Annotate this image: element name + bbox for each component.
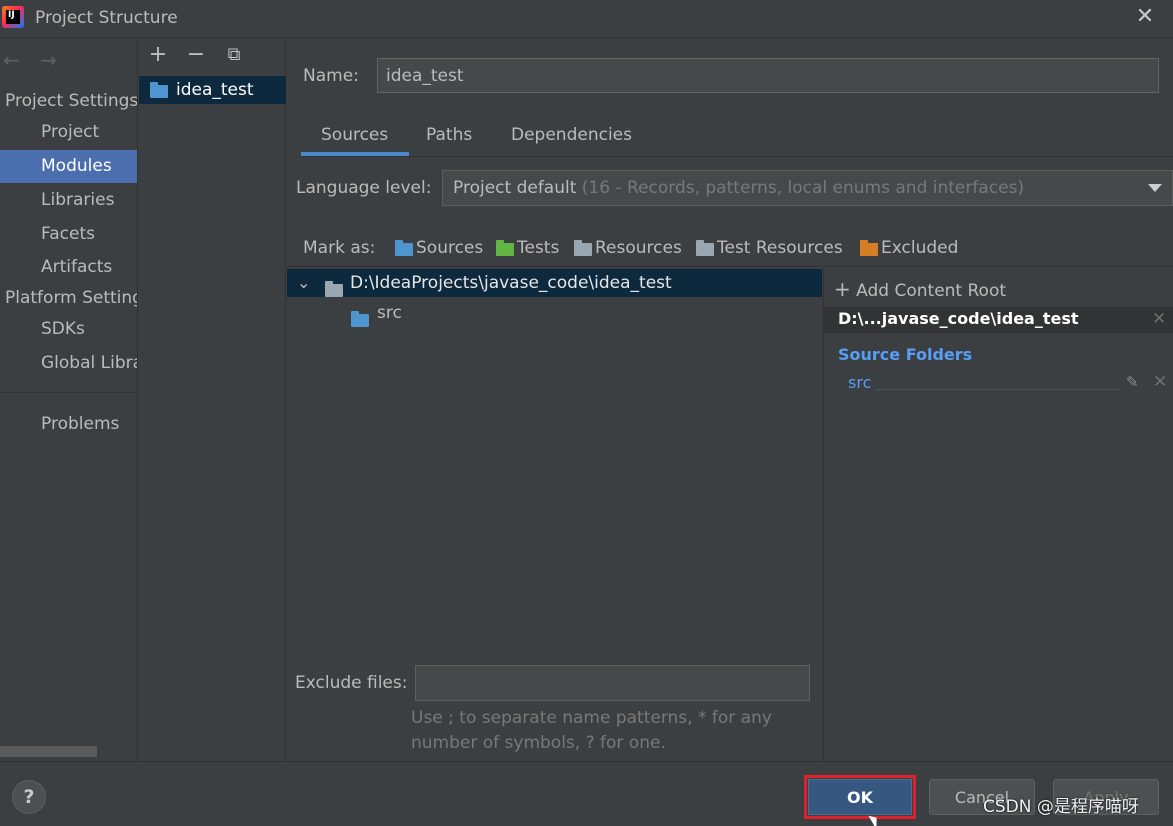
mark-as-test-resources-button[interactable]: Test Resources [696,238,843,258]
csdn-watermark: CSDN @是程序喵呀 [983,797,1139,817]
chevron-down-icon[interactable] [1148,184,1162,192]
remove-icon[interactable]: − [185,44,207,68]
nav-item-sdks[interactable]: SDKs [0,313,137,346]
exclude-files-label: Exclude files: [295,673,408,693]
tab-dependencies[interactable]: Dependencies [511,125,632,145]
add-content-root-button[interactable]: + Add Content Root [834,277,1006,301]
source-folder-entry[interactable]: src [848,373,871,392]
tree-src-label: src [377,303,402,323]
nav-item-artifacts[interactable]: Artifacts [0,251,137,284]
tab-sources[interactable]: Sources [321,125,388,145]
tree-node-root[interactable]: ⌄ D:\IdeaProjects\javase_code\idea_test [287,269,822,297]
nav-section-platform-settings: Platform Settings [5,288,138,308]
language-level-label: Language level: [296,178,432,198]
source-folder-leader [876,389,1122,390]
copy-icon[interactable]: ⧉ [223,44,245,68]
exclude-hint-line-1: Use ; to separate name patterns, * for a… [411,708,772,728]
content-root-header: D:\...javase_code\idea_test ✕ [824,307,1173,333]
nav-item-problems[interactable]: Problems [0,408,137,441]
folder-green-icon [496,239,514,256]
add-content-root-label: Add Content Root [856,281,1007,301]
intellij-idea-icon: IJ [2,6,24,28]
folder-resources-icon [574,239,592,256]
module-list-panel: + − ⧉ idea_test [139,39,286,761]
nav-item-project[interactable]: Project [0,116,137,149]
mark-as-sources-button[interactable]: Sources [395,238,483,258]
tree-node-src[interactable]: src [287,299,822,327]
language-level-hint: (16 - Records, patterns, local enums and… [581,178,1025,198]
remove-content-root-icon[interactable]: ✕ [1152,309,1166,329]
tabs-divider [300,156,1173,157]
content-root-panel: + Add Content Root D:\...javase_code\ide… [823,266,1173,761]
close-icon[interactable]: ✕ [1132,4,1158,30]
nav-divider [0,392,137,393]
ok-button[interactable]: OK [808,779,912,815]
mark-as-sources-label: Sources [416,238,484,258]
folder-test-resources-icon [696,239,714,256]
folder-icon [325,281,343,297]
exclude-hint-line-2: number of symbols, ? for one. [411,733,666,753]
source-folder-icon [351,311,369,327]
folder-blue-icon [395,239,413,256]
exclude-files-input[interactable] [415,665,810,701]
nav-item-modules[interactable]: Modules [0,150,137,183]
language-level-dropdown[interactable]: Project default (16 - Records, patterns,… [442,170,1173,206]
name-label: Name: [303,66,359,86]
mark-as-label: Mark as: [303,238,376,258]
forward-arrow-icon[interactable]: → [40,48,57,72]
nav-item-libraries[interactable]: Libraries [0,184,137,217]
content-root-path: D:\...javase_code\idea_test [838,309,1079,328]
module-item-label: idea_test [176,80,254,100]
back-arrow-icon[interactable]: ← [3,48,20,72]
mark-as-test-resources-label: Test Resources [717,238,843,258]
folder-orange-icon [860,239,878,256]
tree-root-label: D:\IdeaProjects\javase_code\idea_test [350,273,672,293]
settings-nav: ← → Project Settings Project Modules Lib… [0,39,138,761]
window-title: Project Structure [35,8,178,28]
module-item-idea-test[interactable]: idea_test [139,76,286,104]
mark-as-resources-button[interactable]: Resources [574,238,682,258]
chevron-down-icon[interactable]: ⌄ [297,269,310,297]
module-name-input[interactable] [377,58,1159,93]
language-level-value: Project default [453,178,577,198]
nav-section-project-settings: Project Settings [5,91,138,111]
nav-item-facets[interactable]: Facets [0,218,137,251]
mark-as-tests-label: Tests [517,238,560,258]
nav-item-global-libraries[interactable]: Global Libraries [0,347,137,380]
mark-as-resources-label: Resources [595,238,682,258]
tab-paths[interactable]: Paths [426,125,472,145]
source-folders-heading: Source Folders [838,345,973,364]
mark-as-excluded-label: Excluded [881,238,959,258]
module-folder-icon [150,82,168,98]
edit-pencil-icon[interactable]: ✎ [1126,373,1139,391]
plus-icon: + [834,277,851,301]
mark-as-excluded-button[interactable]: Excluded [860,238,958,258]
help-button[interactable]: ? [12,780,46,814]
remove-source-folder-icon[interactable]: ✕ [1153,372,1167,392]
nav-horizontal-scrollbar[interactable] [0,746,97,757]
mark-as-tests-button[interactable]: Tests [496,238,559,258]
add-icon[interactable]: + [147,44,169,68]
